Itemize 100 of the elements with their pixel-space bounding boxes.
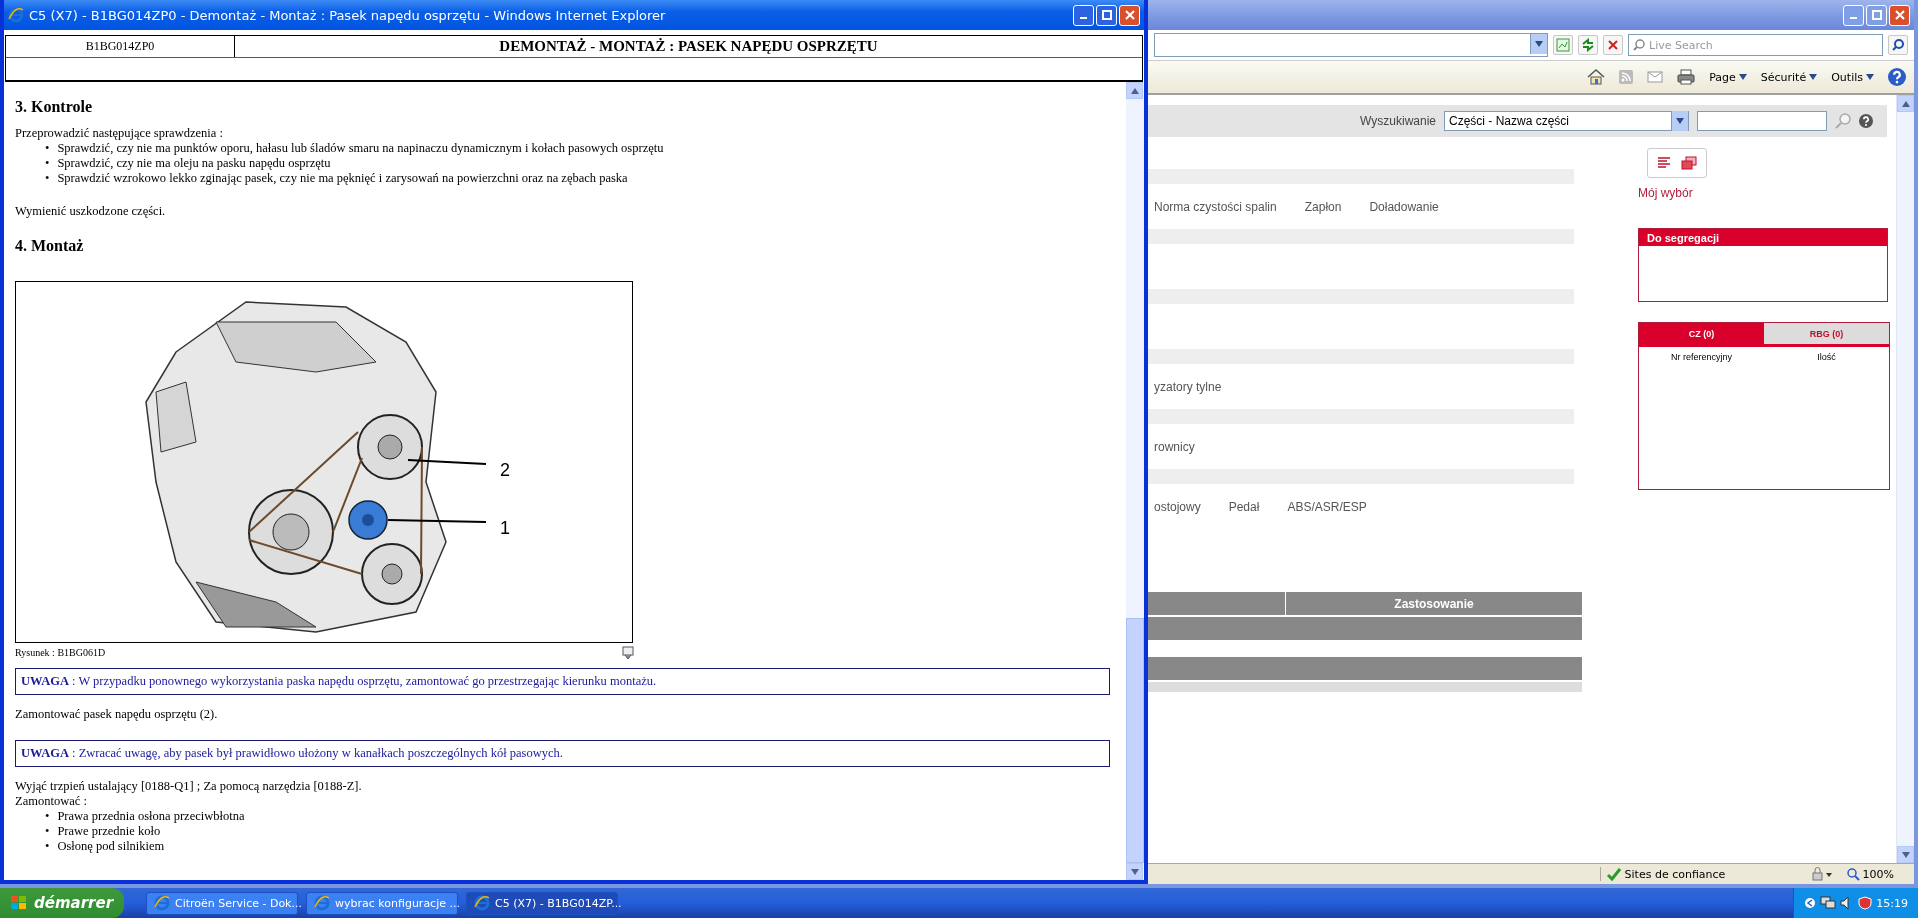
list-icon[interactable] [1657,157,1671,169]
close-button[interactable] [1119,4,1140,26]
category-link[interactable]: Norma czystości spalin [1154,199,1277,214]
category-link[interactable]: ostojowy [1154,499,1201,514]
pages-icon[interactable] [1681,156,1697,170]
scroll-thumb[interactable] [1126,618,1144,863]
scroll-down-button[interactable] [1126,863,1143,880]
list-item: Prawa przednia osłona przeciwbłotna [57,809,245,824]
category-select[interactable]: Części - Nazwa części [1444,111,1689,131]
section-heading: 3. Kontrole [15,98,94,116]
menu-button[interactable]: Outils [1831,70,1874,84]
caret-icon [1676,118,1684,124]
windows-logo-icon [10,895,28,911]
caret-icon [1809,74,1818,80]
menu-button[interactable]: Page [1709,70,1747,84]
category-link[interactable]: Pedał [1228,499,1260,514]
list-item: Sprawdzić, czy nie ma oleju na pasku napędu osprzętu [57,156,331,171]
scroll-up-button[interactable] [1126,82,1143,99]
browser-icon [474,895,490,911]
warning-note: UWAGA : W przypadku ponownego wykorzystania paska napędu osprzętu, zamontować go przestrzegając kierunku montażu. [15,668,1110,695]
caret-icon [1535,41,1543,47]
maximize-button[interactable] [1866,4,1887,26]
printer-icon[interactable] [1677,69,1696,85]
window-title: C5 (X7) - B1BG014ZP0 - Demontaż - Montaż : Pasek napędu osprzętu - Windows Internet Explorer [29,7,666,23]
refresh-icon [1581,38,1595,52]
scrollbar[interactable] [1896,95,1914,863]
home-icon[interactable] [1587,69,1606,85]
refresh-button[interactable] [1578,35,1598,55]
category-link[interactable]: ABS/ASR/ESP [1287,499,1367,514]
column-header: Ilość [1816,352,1837,362]
minimize-button[interactable] [1843,4,1864,26]
arrow-up-icon [1901,100,1910,107]
address-field[interactable] [1154,33,1548,57]
list-item: Prawe przednie koło [57,824,161,839]
bullet-marker: • [45,809,50,824]
close-icon [1894,10,1905,20]
scroll-down-button[interactable] [1897,846,1914,863]
menu-button[interactable]: Sécurité [1760,70,1818,84]
help-icon[interactable] [1888,68,1906,86]
zoom-icon[interactable] [1846,867,1860,881]
callout-number: 1 [500,518,510,538]
list-item: Sprawdzić wzrokowo lekko zginając pasek, czy nie ma pęknięć i zarysowań na powierzchni oraz na zębach paska [57,171,628,186]
search-button[interactable] [1888,35,1908,55]
network-icon[interactable] [1820,896,1837,910]
tab[interactable]: CZ (0) [1639,323,1764,344]
zoom-level[interactable]: 100% [1862,867,1894,881]
maximize-icon [1101,10,1112,20]
browser-icon [8,7,24,23]
search-field[interactable] [1697,111,1827,131]
my-selection-link[interactable]: Mój wybór [1638,186,1892,200]
maximize-icon [1871,10,1882,20]
search-icon [1892,39,1904,51]
checkmark-icon [1606,867,1621,881]
tray-icon[interactable] [1804,897,1817,909]
category-link[interactable]: rownicy [1154,439,1195,454]
bullet-marker: • [45,824,50,839]
document-code: B1BG014ZP0 [6,36,235,57]
column-header: Zastosowanie [1393,595,1475,613]
tab[interactable]: RBG (0) [1764,323,1889,344]
search-icon [1633,39,1645,51]
scroll-up-button[interactable] [1897,95,1914,112]
list-item: Osłonę pod silnikiem [57,839,165,854]
close-button[interactable] [1889,4,1910,26]
start-button[interactable]: démarrer [0,888,124,918]
instruction-text: Przeprowadzić następujące sprawdzenia : [15,126,224,141]
clock: 15:19 [1876,896,1908,910]
instruction-text: Wymienić uszkodzone części. [15,204,167,219]
stop-icon [1607,39,1619,51]
stop-button[interactable] [1603,35,1623,55]
document-title: DEMONTAŻ - MONTAŻ : PASEK NAPĘDU OSPRZĘTU [498,37,879,56]
shield-icon[interactable] [1858,896,1873,910]
lock-icon[interactable] [1810,867,1833,881]
panel-header: Do segregacji [1639,229,1887,246]
minimize-icon [1850,17,1857,19]
taskbar-button[interactable]: wybrac konfiguracje ... [306,891,458,915]
instruction-text: Wyjąć trzpień ustalający [0188-Q1] ; Za pomocą narzędzia [0188-Z]. [15,779,363,794]
arrow-down-icon [1901,851,1910,858]
help-icon[interactable] [1859,114,1873,128]
arrow-up-icon [1130,87,1139,94]
caret-icon [1866,74,1874,80]
bullet-marker: • [45,156,50,171]
arrow-down-icon [1130,868,1139,875]
list-item: Sprawdzić, czy nie ma punktów oporu, hałasu lub śladów smaru na napinaczu dynamicznym i kołach pasowych osprzętu [57,141,664,156]
compatibility-button[interactable] [1553,35,1573,55]
scrollbar[interactable] [1126,82,1144,880]
mail-icon[interactable] [1647,71,1664,83]
figure-caption: Rysunek : B1BG061D [15,646,106,660]
maximize-button[interactable] [1096,4,1117,26]
section-heading: 4. Montaż [15,237,85,255]
browser-icon [154,895,170,911]
category-link[interactable]: Zapłon [1304,199,1342,214]
instruction-text: Zamontować pasek napędu osprzętu (2). [15,707,219,722]
instruction-text: Zamontować : [15,794,88,809]
page-icon [1556,38,1570,52]
column-header: Nr referencyjny [1670,352,1733,362]
category-link[interactable]: Doładowanie [1369,199,1439,214]
category-link[interactable]: yzatory tylne [1154,379,1222,394]
search-label: Wyszukiwanie [1360,114,1436,128]
minimize-button[interactable] [1073,4,1094,26]
browser-icon [314,895,330,911]
